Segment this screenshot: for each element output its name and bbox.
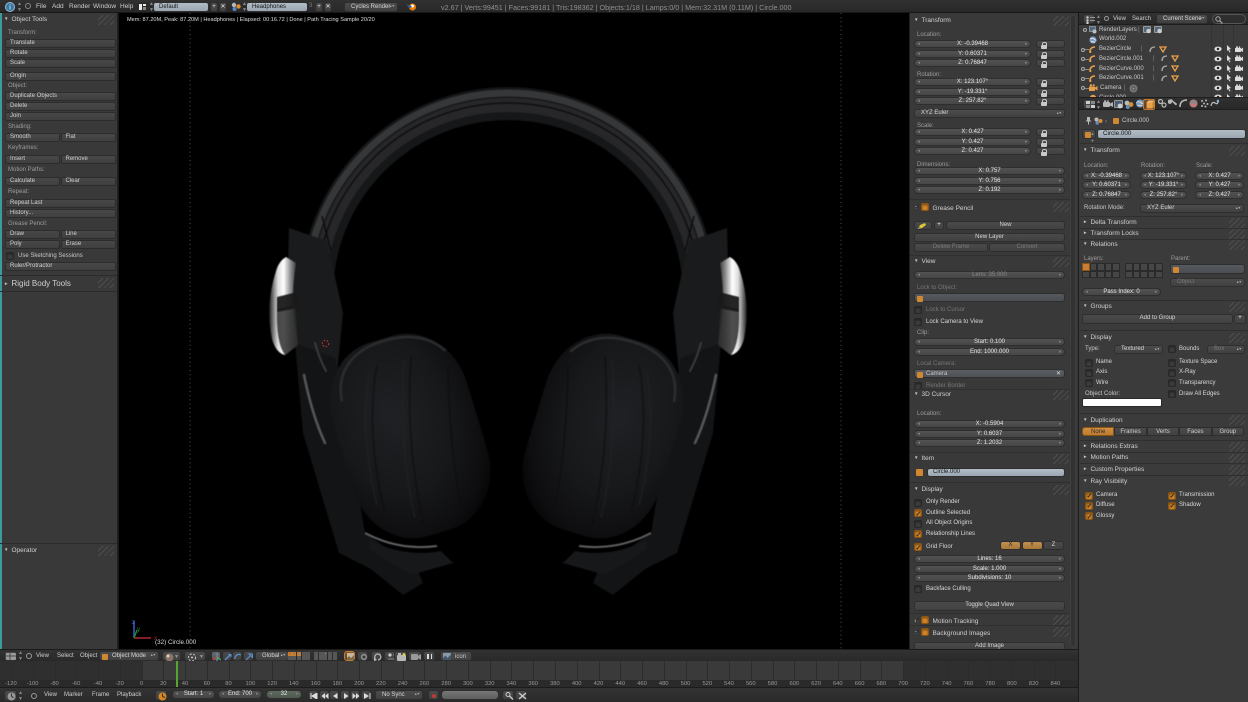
svg-text:z: z	[132, 620, 135, 626]
svg-text:y: y	[137, 627, 140, 633]
